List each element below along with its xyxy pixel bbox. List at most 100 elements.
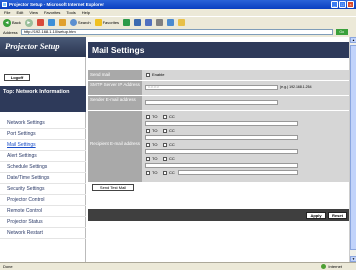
sidebar-item-mail-settings[interactable]: Mail Settings [0, 140, 86, 151]
sidebar-item-projector-control[interactable]: Projector Control [0, 195, 86, 206]
sidebar-item-port-settings[interactable]: Port Settings [0, 129, 86, 140]
status-bar: Done Internet [0, 262, 356, 270]
recipient-1-cc-label: CC [169, 114, 175, 119]
menu-help[interactable]: Help [82, 10, 90, 15]
address-bar: Address http://192.168.1.10/setup.htm Go [0, 28, 356, 36]
action-bar: Apply Reset [88, 209, 349, 221]
recipient-1-email-input[interactable] [145, 121, 298, 126]
menu-view[interactable]: View [29, 10, 38, 15]
sidebar-item-network-settings[interactable]: Network Settings [0, 118, 86, 129]
recipient-row: Recipient E-mail address TO CC TO CC TO … [88, 111, 349, 182]
history-icon[interactable] [134, 19, 142, 26]
back-button[interactable]: ◄ Back [3, 18, 21, 27]
edit-icon[interactable] [167, 19, 175, 26]
status-text: Done [3, 264, 13, 269]
smtp-hint: (e.g.) 192.168.1.254 [280, 85, 312, 89]
recipient-5-email-input[interactable] [178, 170, 298, 175]
send-mail-enable-checkbox[interactable] [146, 73, 150, 77]
recipient-2-cc-checkbox[interactable] [163, 129, 167, 133]
sidebar-item-schedule-settings[interactable]: Schedule Settings [0, 162, 86, 173]
recipient-5-cc-checkbox[interactable] [163, 171, 167, 175]
smtp-server-input[interactable]: 0.0.0.0 [145, 85, 278, 90]
minimize-button[interactable]: _ [331, 1, 338, 8]
sender-email-input[interactable] [145, 100, 278, 105]
recipient-2-to-label: TO [152, 128, 158, 133]
forward-button[interactable]: ► [24, 18, 33, 27]
media-icon[interactable] [123, 19, 131, 26]
sidebar-item-alert-settings[interactable]: Alert Settings [0, 151, 86, 162]
page-title: Mail Settings [88, 42, 349, 58]
close-button[interactable]: × [347, 1, 354, 8]
projector-setup-logo: Projector Setup [0, 37, 86, 57]
star-icon [94, 19, 102, 26]
favorites-label: Favorites [102, 20, 120, 25]
smtp-label: SMTP Server IP Address [88, 81, 142, 95]
smtp-row: SMTP Server IP Address 0.0.0.0 (e.g.) 19… [88, 81, 349, 95]
forward-arrow-icon: ► [24, 18, 33, 27]
menu-edit[interactable]: Edit [16, 10, 23, 15]
go-button[interactable]: Go [335, 29, 348, 35]
print-icon[interactable] [156, 19, 164, 26]
menu-favorites[interactable]: Favorites [44, 10, 60, 15]
vertical-scrollbar[interactable]: ▲ ▼ [349, 37, 356, 262]
favorites-button[interactable]: Favorites [94, 19, 120, 26]
page-content: Projector Setup Logoff Top: Network Info… [0, 37, 349, 262]
recipient-1-cc-checkbox[interactable] [163, 115, 167, 119]
recipient-4-email-input[interactable] [145, 163, 298, 168]
sidebar-item-date-time-settings[interactable]: Date/Time Settings [0, 173, 86, 184]
logoff-button[interactable]: Logoff [4, 74, 30, 81]
recipient-3-cc-checkbox[interactable] [163, 143, 167, 147]
send-mail-enable-label: Enable [152, 72, 165, 77]
browser-toolbar: ◄ Back ► Search Favorites [0, 16, 356, 28]
search-button[interactable]: Search [69, 19, 91, 26]
send-test-mail-button[interactable]: Send Test Mail [92, 184, 134, 191]
main-panel: Mail Settings Send mail Enable SMTP Serv… [88, 37, 349, 262]
menu-file[interactable]: File [4, 10, 10, 15]
home-icon[interactable] [58, 19, 66, 26]
recipient-5-to-label: TO [152, 170, 158, 175]
recipient-label: Recipient E-mail address [88, 111, 142, 182]
reset-button[interactable]: Reset [328, 212, 347, 219]
recipient-2-email-input[interactable] [145, 135, 298, 140]
recipient-3-cc-label: CC [169, 142, 175, 147]
search-label: Search [77, 20, 91, 25]
recipient-4-to-label: TO [152, 156, 158, 161]
sidebar: Projector Setup Logoff Top: Network Info… [0, 37, 86, 262]
menu-bar: File Edit View Favorites Tools Help [0, 9, 356, 16]
ie-icon [2, 2, 7, 7]
mail-icon[interactable] [145, 19, 153, 26]
send-mail-label: Send mail [88, 70, 142, 80]
folder-icon[interactable] [178, 19, 186, 26]
back-label: Back [12, 20, 21, 25]
recipient-4-to-checkbox[interactable] [146, 157, 150, 161]
back-arrow-icon: ◄ [3, 18, 11, 27]
sidebar-item-network-restart[interactable]: Network Restart [0, 228, 86, 239]
recipient-5-cc-label: CC [169, 170, 175, 175]
recipient-1-to-checkbox[interactable] [146, 115, 150, 119]
address-label: Address [3, 29, 18, 35]
recipient-2-to-checkbox[interactable] [146, 129, 150, 133]
sidebar-item-projector-status[interactable]: Projector Status [0, 217, 86, 228]
refresh-icon[interactable] [47, 19, 55, 26]
sidebar-item-security-settings[interactable]: Security Settings [0, 184, 86, 195]
recipient-3-email-input[interactable] [145, 149, 298, 154]
maximize-button[interactable]: □ [339, 1, 346, 8]
sidebar-nav: Network Settings Port Settings Mail Sett… [0, 118, 86, 239]
internet-zone-icon [321, 264, 327, 269]
menu-tools[interactable]: Tools [66, 10, 75, 15]
recipient-1-to-label: TO [152, 114, 158, 119]
recipient-5-to-checkbox[interactable] [146, 171, 150, 175]
sidebar-item-network-information[interactable]: Top: Network Information [0, 86, 86, 112]
recipient-3-to-label: TO [152, 142, 158, 147]
sidebar-item-remote-control[interactable]: Remote Control [0, 206, 86, 217]
address-input[interactable]: http://192.168.1.10/setup.htm [20, 29, 333, 35]
recipient-3-to-checkbox[interactable] [146, 143, 150, 147]
recipient-4-cc-checkbox[interactable] [163, 157, 167, 161]
stop-icon[interactable] [36, 19, 44, 26]
zone-label: Internet [328, 264, 342, 269]
apply-button[interactable]: Apply [306, 212, 326, 219]
window-title: Projector Setup - Microsoft Internet Exp… [9, 2, 105, 7]
sender-label: Sender E-mail address [88, 96, 142, 110]
scroll-up-icon[interactable]: ▲ [350, 37, 356, 43]
scroll-thumb[interactable] [350, 45, 356, 250]
